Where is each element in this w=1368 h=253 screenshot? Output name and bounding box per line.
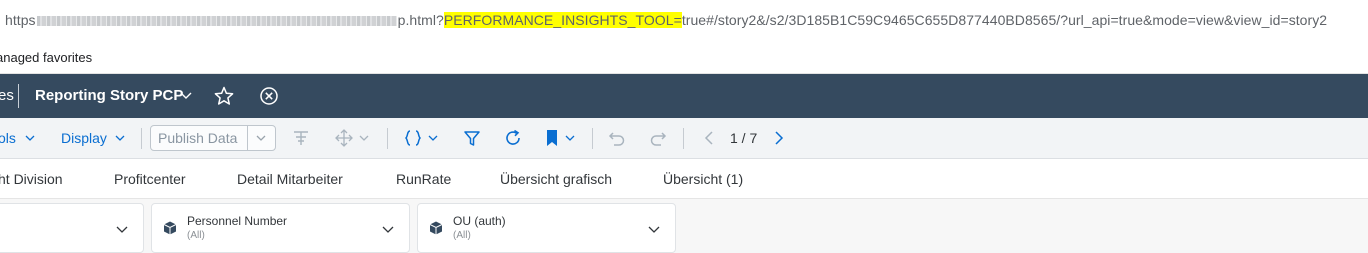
managed-favorites-link[interactable]: anaged favorites	[0, 50, 92, 65]
filter-card-ou-auth[interactable]: OU (auth) (All)	[417, 203, 676, 253]
chevron-down-icon[interactable]	[24, 132, 36, 144]
story-title[interactable]: Reporting Story PCP	[35, 87, 183, 104]
url-prefix: https	[5, 12, 36, 28]
toolbar-separator	[141, 128, 142, 149]
move-icon[interactable]	[333, 127, 355, 149]
chevron-down-icon[interactable]	[381, 222, 395, 236]
close-circle-icon[interactable]	[258, 85, 280, 107]
address-bar[interactable]: https p.html?PERFORMANCE_INSIGHTS_TOOL=tr…	[0, 0, 1368, 42]
page-tabs: ht Division Profitcenter Detail Mitarbei…	[0, 159, 1368, 199]
split-divider	[247, 126, 248, 150]
url-suffix: true#/story2&/s2/3D185B1C59C9465C655D877…	[681, 12, 1328, 28]
formula-braces-icon[interactable]	[402, 127, 424, 149]
tab-profitcenter[interactable]: Profitcenter	[114, 171, 186, 187]
chevron-down-icon[interactable]	[647, 222, 661, 236]
tab-uebersicht-1[interactable]: Übersicht (1)	[663, 171, 743, 187]
display-menu-label[interactable]: Display	[61, 130, 107, 146]
chevron-down-icon[interactable]	[255, 132, 267, 144]
filter-label: OU (auth)	[453, 214, 506, 228]
chevron-down-icon[interactable]	[427, 132, 439, 144]
undo-icon[interactable]	[606, 127, 628, 149]
breadcrumb-previous[interactable]: es	[0, 87, 14, 104]
tab-detail-mitarbeiter[interactable]: Detail Mitarbeiter	[237, 171, 343, 187]
page-indicator: 1 / 7	[730, 130, 758, 146]
url-highlight: PERFORMANCE_INSIGHTS_TOOL=	[443, 12, 682, 28]
chevron-down-icon[interactable]	[564, 132, 576, 144]
filter-icon[interactable]	[461, 127, 483, 149]
refresh-icon[interactable]	[502, 127, 524, 149]
shell-header: es Reporting Story PCP	[0, 74, 1368, 118]
toolbar-separator	[592, 128, 593, 149]
filter-value: (All)	[453, 230, 471, 241]
filter-card-personnel-number[interactable]: Personnel Number (All)	[151, 203, 410, 253]
chevron-down-icon[interactable]	[115, 222, 129, 236]
filter-value: (All)	[187, 230, 205, 241]
publish-data-button[interactable]: Publish Data	[150, 125, 276, 151]
tab-division[interactable]: ht Division	[0, 171, 63, 187]
url-text[interactable]: https p.html?PERFORMANCE_INSIGHTS_TOOL=tr…	[5, 12, 1327, 28]
url-redacted	[36, 16, 397, 27]
filter-label: Personnel Number	[187, 214, 288, 228]
publish-data-label: Publish Data	[158, 130, 238, 146]
redo-icon[interactable]	[647, 127, 669, 149]
previous-page-icon[interactable]	[699, 127, 721, 149]
favorites-bar: anaged favorites	[0, 42, 1368, 74]
toolbar-separator	[683, 128, 684, 149]
chevron-down-icon[interactable]	[358, 132, 370, 144]
chevron-down-icon[interactable]	[179, 86, 193, 104]
dimension-cube-icon	[163, 221, 177, 235]
toolbar-separator	[387, 128, 388, 149]
filter-bar: Personnel Number (All) OU (auth) (All)	[0, 199, 1368, 253]
filter-card[interactable]	[0, 203, 144, 253]
breadcrumb-divider	[18, 84, 19, 108]
bookmark-icon[interactable]	[541, 127, 563, 149]
story-toolbar: ols Display Publish Data 1 / 7	[0, 118, 1368, 159]
sort-icon[interactable]	[290, 127, 312, 149]
url-middle: p.html?	[397, 12, 444, 28]
star-icon[interactable]	[213, 85, 235, 107]
dimension-cube-icon	[429, 221, 443, 235]
next-page-icon[interactable]	[767, 127, 789, 149]
tab-uebersicht-grafisch[interactable]: Übersicht grafisch	[500, 171, 612, 187]
chevron-down-icon[interactable]	[114, 132, 126, 144]
tab-runrate[interactable]: RunRate	[396, 171, 451, 187]
tools-menu-label[interactable]: ols	[0, 130, 16, 146]
